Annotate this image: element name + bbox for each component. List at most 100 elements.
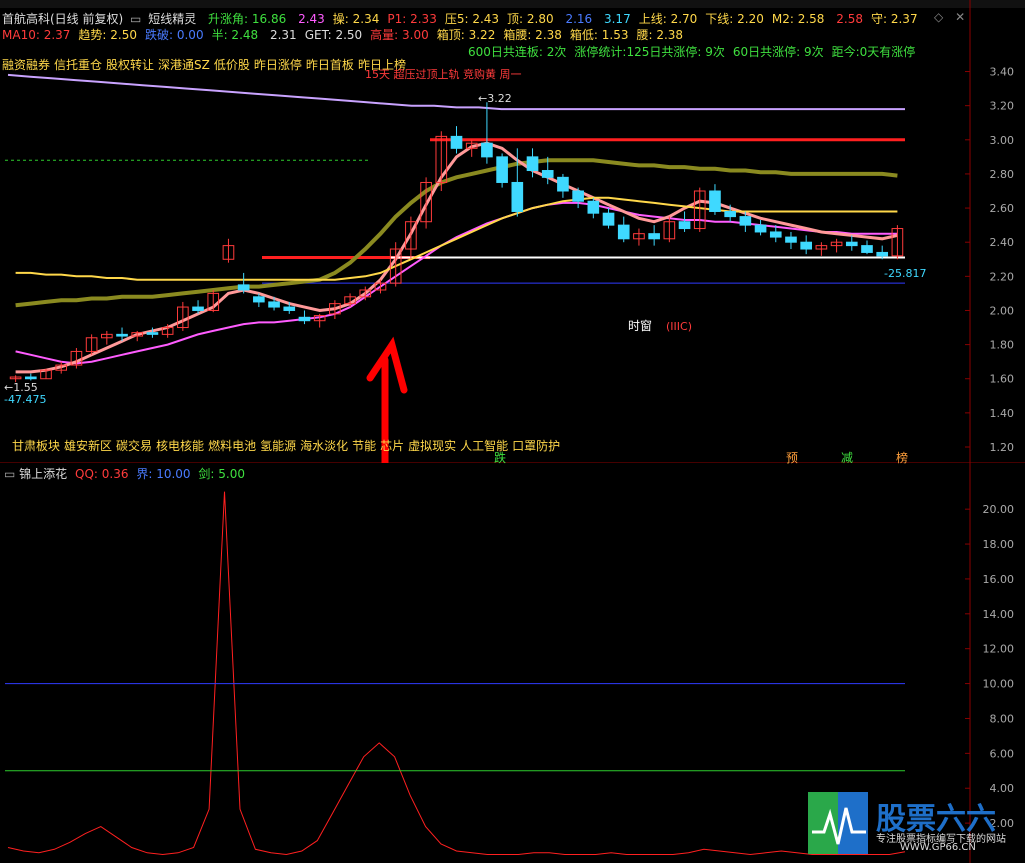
candle-body: [146, 332, 159, 335]
candle-body: [572, 190, 584, 202]
concept-tag-bottom-2[interactable]: 碳交易: [116, 439, 152, 453]
candle-body: [526, 156, 539, 172]
main-axis-label: 1.80: [990, 339, 1015, 352]
concept-tag-1[interactable]: 信托重仓: [54, 58, 102, 72]
jian-label: 剑:: [198, 467, 215, 481]
indicator-value-9: 下线: 2.20: [705, 12, 764, 26]
candle-body: [24, 376, 37, 380]
stock-title[interactable]: 首航高科(日线 前复权): [2, 12, 123, 26]
jie-label: 界:: [136, 467, 153, 481]
sub-axis-label: 6.00: [990, 747, 1015, 760]
wave-label: (IIIC): [666, 320, 692, 333]
main-axis-label: 2.20: [990, 270, 1015, 283]
concept-tag-bottom-7[interactable]: 节能: [352, 439, 376, 453]
candle-body: [709, 190, 721, 212]
tag-bang: 榜: [896, 451, 909, 465]
main-axis-label: 3.40: [990, 66, 1015, 79]
concept-tag-bottom-0[interactable]: 甘肃板块: [12, 439, 60, 453]
indicator-value-10: M2: 2.58: [771, 12, 825, 26]
indicator-value-2-8: 箱腰: 2.38: [503, 28, 562, 42]
concept-tag-bottom-3[interactable]: 核电核能: [156, 439, 204, 453]
candle-body: [298, 316, 311, 322]
limit-stat-3: 距今:0天有涨停: [831, 45, 916, 59]
candle-body: [648, 233, 660, 240]
candle-body: [800, 241, 812, 250]
concept-tag-3[interactable]: 深港通SZ: [158, 58, 210, 72]
indicator-value-2-3: 半: 2.48: [211, 28, 259, 42]
limit-stat-1: 涨停统计:125日共涨停: 9次: [574, 45, 725, 59]
sub-indicator-name[interactable]: 锦上添花: [19, 467, 67, 481]
limit-up-stats: 600日共连板: 2次 涨停统计:125日共涨停: 9次 60日共涨停: 9次 距今:…: [468, 45, 923, 59]
indicator-value-5: 顶: 2.80: [507, 12, 554, 26]
candle-body: [785, 236, 797, 243]
concept-tag-bottom-8[interactable]: 芯片: [380, 439, 404, 453]
concept-tag-6[interactable]: 昨日首板: [306, 58, 354, 72]
close-icon[interactable]: ✕: [955, 10, 965, 24]
logo-url: WWW.GP66.CN: [900, 842, 976, 853]
header-row-3: 600日共连板: 2次 涨停统计:125日共涨停: 9次 60日共涨停: 9次 距今:…: [468, 43, 923, 60]
indicator-values-row-1: 升涨角: 16.86 2.43 操: 2.34 P1: 2.33 压5: 2.43 顶:…: [208, 12, 926, 26]
chart-icon: ▭: [130, 12, 142, 26]
candle-body: [739, 216, 752, 226]
candle-body: [769, 231, 782, 238]
main-axis-label: 1.40: [990, 407, 1015, 420]
indicator-value-2-6: 高量: 3.00: [370, 28, 429, 42]
concept-tag-bottom-5[interactable]: 氢能源: [260, 439, 296, 453]
concept-tag-5[interactable]: 昨日涨停: [254, 58, 302, 72]
concept-tag-bottom-1[interactable]: 雄安新区: [64, 439, 112, 453]
indicator-value-2-7: 箱顶: 3.22: [436, 28, 496, 42]
qq-value: 0.36: [101, 467, 129, 481]
annotation-top: 15天 超压过顶上轨 竞购黄 周一: [365, 68, 522, 81]
sub-axis-label: 12.00: [983, 643, 1015, 656]
candle-body: [724, 210, 736, 218]
panel-controls[interactable]: ◇ ✕: [934, 10, 965, 24]
concept-tag-bottom-6[interactable]: 海水淡化: [300, 439, 348, 453]
candle-body: [253, 296, 265, 303]
indicator-value-12: 守: 2.37: [871, 12, 918, 26]
ma-line-4: [15, 196, 898, 281]
limit-stat-0: 600日共连板: 2次: [468, 45, 567, 59]
tag-jian: 减: [841, 451, 854, 465]
main-axis-label: 2.40: [990, 236, 1015, 249]
sub-indicator-icon: ▭: [4, 467, 16, 481]
candle-body: [450, 135, 463, 149]
candle-body: [511, 181, 524, 212]
sub-axis-label: 18.00: [983, 538, 1015, 551]
sub-axis-label: 10.00: [983, 678, 1015, 691]
candle-body: [192, 306, 204, 311]
limit-stat-2: 60日共涨停: 9次: [732, 45, 824, 59]
indicator-value-7: 3.17: [600, 12, 631, 26]
sub-axis-label: 20.00: [983, 503, 1015, 516]
indicator-value-2: 操: 2.34: [332, 12, 380, 26]
indicator-name[interactable]: 短线精灵: [148, 12, 196, 26]
price-high-marker: ←3.22: [478, 92, 512, 105]
concept-tag-bottom-11[interactable]: 口罩防护: [512, 439, 560, 453]
concept-tags-bottom: 甘肃板块 雄安新区 碳交易 核电核能 燃料电池 氢能源 海水淡化 节能 芯片 虚拟现实 人工智能 口罩…: [12, 437, 564, 454]
concept-tag-4[interactable]: 低价股: [214, 58, 250, 72]
candle-body: [678, 221, 691, 230]
main-axis-label: 2.00: [990, 304, 1015, 317]
candle-body: [845, 241, 858, 247]
concept-tag-0[interactable]: 融资融券: [2, 58, 50, 72]
concept-tag-2[interactable]: 股权转让: [106, 58, 154, 72]
main-axis-label: 1.20: [990, 441, 1015, 454]
indicator-value-2-10: 腰: 2.38: [636, 28, 684, 42]
tag-die: 跌: [494, 451, 507, 465]
site-logo: 股票六六 专注股票指标编写下载的网站 WWW.GP66.CN: [808, 792, 1018, 856]
indicator-value-2-4: 2.31: [266, 28, 297, 42]
candle-body: [602, 212, 615, 226]
indicator-value-2-2: 跌破: 0.00: [145, 28, 204, 42]
diamond-icon[interactable]: ◇: [934, 10, 943, 24]
readout-left: -47.475: [4, 393, 47, 406]
candle-body: [541, 170, 554, 178]
indicator-value-2-9: 箱低: 1.53: [569, 28, 629, 42]
indicator-value-2-1: 趋势: 2.50: [78, 28, 137, 42]
main-axis-label: 2.60: [990, 202, 1015, 215]
concept-tag-bottom-4[interactable]: 燃料电池: [208, 439, 256, 453]
indicator-value-0: 升涨角: 16.86: [208, 12, 287, 26]
candle-body: [116, 333, 128, 337]
header-row-2: MA10: 2.37 趋势: 2.50 跌破: 0.00 半: 2.48 2.31 GE…: [2, 26, 691, 43]
concept-tag-bottom-9[interactable]: 虚拟现实: [408, 439, 456, 453]
indicator-value-11: 2.58: [832, 12, 863, 26]
candle-body: [268, 301, 280, 308]
